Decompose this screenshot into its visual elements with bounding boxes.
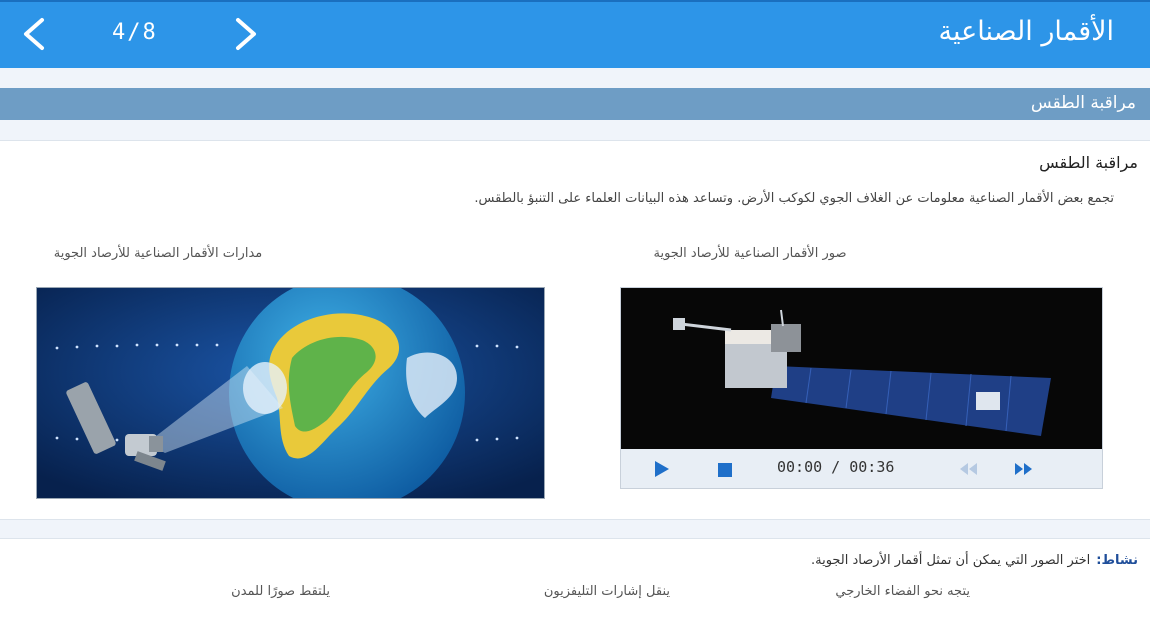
content-description: تجمع بعض الأقمار الصناعية معلومات عن الغ… [474,191,1114,206]
satellite-video-frame [621,288,1102,450]
video-caption: صور الأقمار الصناعية للأرصاد الجوية [653,246,847,261]
chevron-right-icon [236,18,256,50]
chevron-left-icon [24,18,44,50]
activity-question: اختر الصور التي يمكن أن تمثل أقمار الأرص… [810,553,1091,568]
sensor-footprint [243,362,287,414]
section-bar: مراقبة الطقس [0,88,1150,120]
rewind-button[interactable] [957,459,979,483]
activity-option[interactable]: يتجه نحو الفضاء الخارجي [790,583,970,601]
app-title: الأقمار الصناعية [938,16,1114,47]
image-caption: مدارات الأقمار الصناعية للأرصاد الجوية [53,246,263,261]
activity-option[interactable]: ينقل إشارات التليفزيون [490,583,670,601]
top-border [0,0,1150,2]
activity-prompt: نشاط: اختر الصور التي يمكن أن تمثل أقمار … [811,553,1138,568]
fast-forward-icon [1015,463,1032,475]
stop-icon [718,463,732,477]
fast-forward-button[interactable] [1013,459,1035,483]
content-panel: مراقبة الطقس تجمع بعض الأقمار الصناعية م… [0,140,1150,520]
top-bar: 4/8 الأقمار الصناعية [0,0,1150,68]
stop-button[interactable] [717,462,733,482]
play-icon [655,461,669,477]
activity-panel: نشاط: اختر الصور التي يمكن أن تمثل أقمار … [0,538,1150,624]
satellite-orbit-image [36,275,545,511]
section-label: مراقبة الطقس [1030,93,1136,113]
orbit-illustration [37,275,544,511]
next-page-button[interactable] [224,14,264,54]
rewind-icon [960,463,977,475]
previous-page-button[interactable] [16,14,56,54]
video-time: 00:00 / 00:36 [777,458,895,476]
content-heading: مراقبة الطقس [1039,153,1138,172]
activity-label: نشاط: [1096,553,1138,568]
page-counter: 4/8 [112,20,158,45]
play-button[interactable] [651,459,671,483]
activity-option[interactable]: يلتقط صورًا للمدن [220,583,330,601]
video-controls: 00:00 / 00:36 [620,449,1103,489]
